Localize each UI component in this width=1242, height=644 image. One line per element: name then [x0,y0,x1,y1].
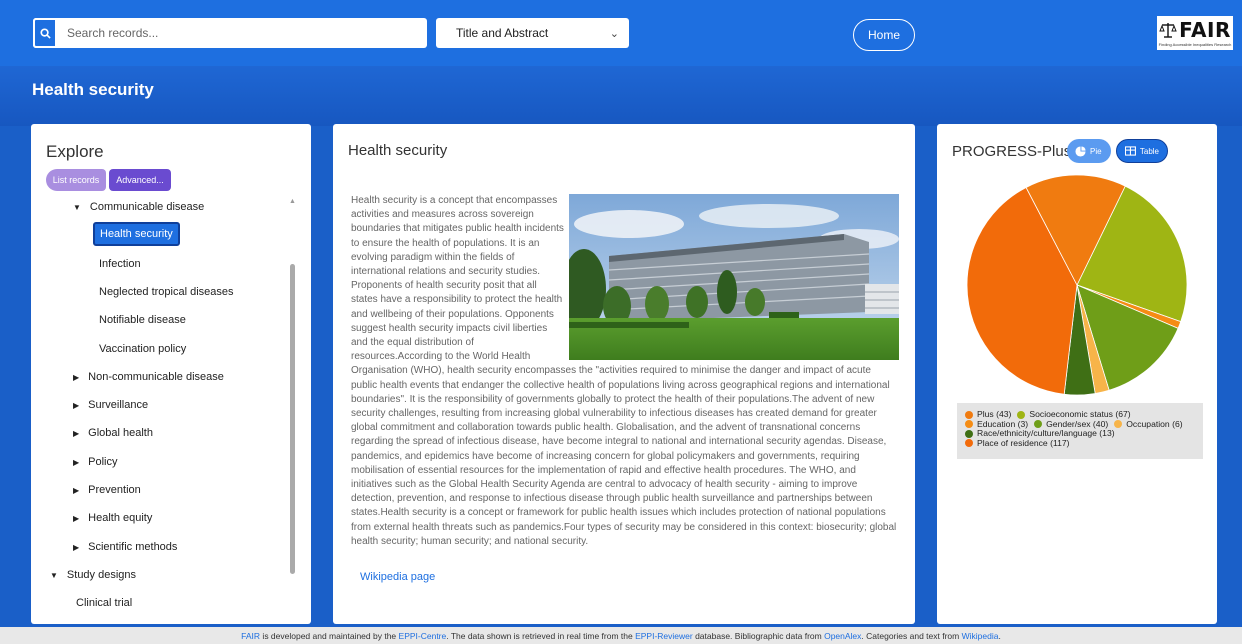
caret-right-icon: ▶ [73,513,80,523]
tree-scrollbar[interactable] [290,264,295,574]
caret-right-icon: ▶ [73,485,80,495]
explore-panel: Explore List records Advanced... ▼ Commun… [31,124,311,624]
tree-item-scientific-methods[interactable]: ▶ Scientific methods [73,541,177,553]
pie-chart-icon [1075,145,1086,157]
logo-text: FAIR [1179,17,1231,42]
article-body: Health security is a concept that encomp… [351,194,899,549]
tree-item-neglected-tropical-diseases[interactable]: Neglected tropical diseases [99,286,234,298]
caret-down-icon: ▼ [73,202,81,212]
legend-swatch [1017,410,1026,419]
caret-right-icon: ▶ [73,457,80,467]
footer-text: . The data shown is retrieved in real ti… [446,630,636,641]
tree-item-global-health[interactable]: ▶ Global health [73,427,153,439]
footer-openalex-link[interactable]: OpenAlex [824,631,861,641]
legend-label: Place of residence (117) [977,437,1070,448]
progress-plus-panel: PROGRESS-Plus Pie Table Plus (43) Socioe… [937,124,1217,624]
scroll-up-arrow[interactable]: ▲ [289,198,296,205]
tree-item-infection[interactable]: Infection [99,258,141,270]
tree-item-vaccination-policy[interactable]: Vaccination policy [99,343,186,355]
tree-item-surveillance[interactable]: ▶ Surveillance [73,399,148,411]
tree-item-communicable-disease[interactable]: ▼ Communicable disease [73,201,204,213]
scales-icon [1159,22,1177,38]
caret-right-icon: ▶ [73,542,80,552]
footer-eppi-centre-link[interactable]: EPPI-Centre [399,631,447,641]
advanced-button[interactable]: Advanced... [109,169,171,191]
building-photo [569,194,899,360]
list-records-button[interactable]: List records [46,169,106,191]
logo-subtitle: Finding Accessible Inequalities Research [1158,41,1232,47]
footer-wikipedia-link[interactable]: Wikipedia [962,631,999,641]
home-button[interactable]: Home [853,19,915,51]
legend-swatch [965,420,973,429]
tree-item-prevention[interactable]: ▶ Prevention [73,484,141,496]
pie-legend: Plus (43) Socioeconomic status (67) Educ… [957,403,1203,459]
footer: FAIR is developed and maintained by the … [0,627,1242,644]
footer-eppi-reviewer-link[interactable]: EPPI-Reviewer [635,631,693,641]
table-icon [1125,146,1136,156]
caret-down-icon: ▼ [50,570,58,580]
legend-swatch [965,439,973,448]
search-input[interactable] [57,19,427,47]
tree-item-study-designs[interactable]: ▼ Study designs [50,569,136,581]
progress-plus-title: PROGRESS-Plus [952,143,1072,160]
footer-text: . Categories and text from [861,630,962,641]
footer-fair-link[interactable]: FAIR [241,631,260,641]
search-button[interactable] [33,18,57,48]
search-field-select[interactable]: Title and Abstract ⌄ [436,18,629,48]
caret-right-icon: ▶ [73,372,80,382]
legend-swatch [965,410,973,419]
caret-right-icon: ▶ [73,400,80,410]
title-banner [0,66,1242,126]
tree-item-notifiable-disease[interactable]: Notifiable disease [99,314,186,326]
chevron-down-icon: ⌄ [609,27,619,40]
legend-swatch [1114,420,1123,429]
wikipedia-link[interactable]: Wikipedia page [360,571,435,583]
tree-item-non-communicable-disease[interactable]: ▶ Non-communicable disease [73,371,224,383]
page-title: Health security [32,80,154,99]
progress-pie-chart [966,174,1188,396]
footer-text: database. Bibliographic data from [692,630,825,641]
legend-label: Occupation (6) [1126,418,1183,429]
tree-item-policy[interactable]: ▶ Policy [73,456,118,468]
fair-logo[interactable]: FAIR Finding Accessible Inequalities Res… [1157,16,1233,50]
caret-right-icon: ▶ [73,428,80,438]
tree-item-health-equity[interactable]: ▶ Health equity [73,512,152,524]
search-field-value: Title and Abstract [456,26,549,40]
search-box [33,18,427,48]
article-panel: Health security Health security is a con… [333,124,915,624]
footer-text: . [998,630,1001,641]
tree-item-clinical-trial[interactable]: Clinical trial [76,597,132,609]
legend-swatch [965,429,973,438]
footer-text: is developed and maintained by the [260,630,399,641]
search-icon [39,27,51,39]
top-bar: Title and Abstract ⌄ Home FAIR Finding A… [0,0,1242,66]
explore-title: Explore [46,142,104,161]
article-title: Health security [348,142,448,159]
tree-item-health-security[interactable]: Health security [93,222,180,246]
article-image [569,194,899,360]
